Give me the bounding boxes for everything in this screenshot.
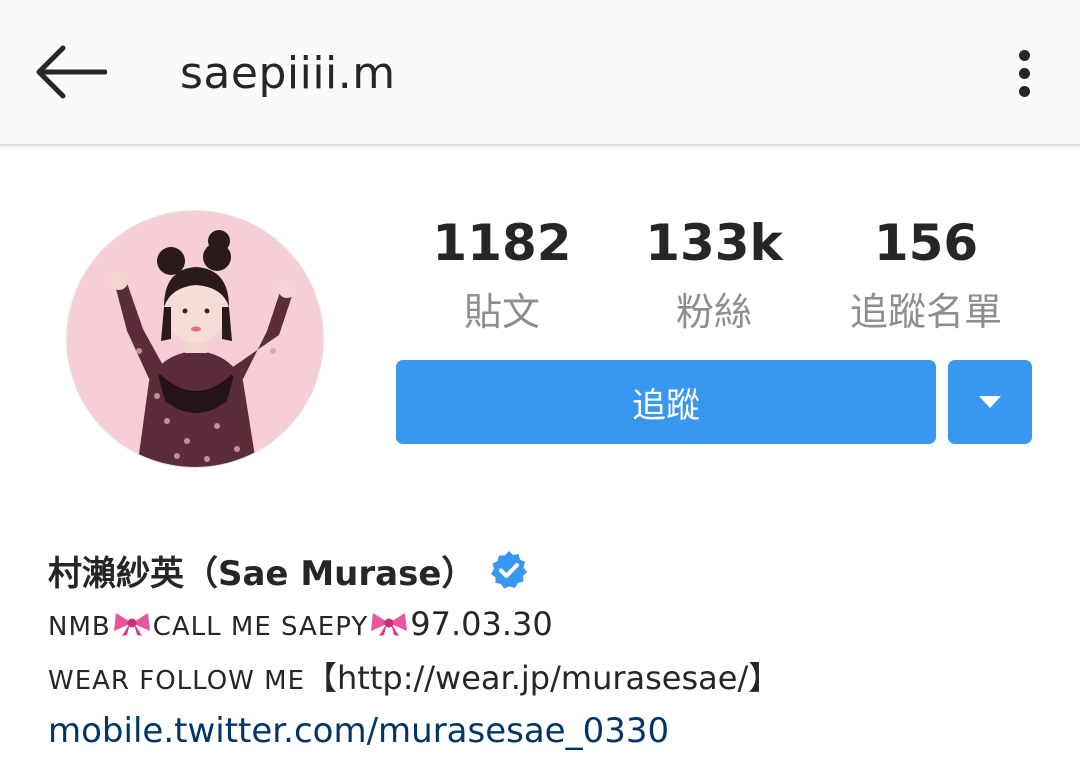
top-app-bar: saepiiii.m	[0, 0, 1080, 146]
more-vertical-icon	[1018, 49, 1030, 61]
more-dot	[1018, 85, 1030, 97]
external-link[interactable]: mobile.twitter.com/murasesae_0330	[48, 706, 669, 756]
followers-label: 粉絲	[675, 290, 752, 334]
bio-text: NMB	[48, 612, 111, 642]
bio-wear-link: 【http://wear.jp/murasesae/】	[305, 659, 781, 697]
bio-date: 97.03.30	[410, 605, 553, 643]
followers-count: 133k	[645, 214, 783, 272]
triangle-down-icon	[979, 396, 1001, 408]
bio-line-1: NMB CALL ME SAEPY 97.03.30	[48, 600, 1048, 648]
posts-label: 貼文	[463, 290, 540, 334]
follow-button[interactable]: 追蹤	[396, 360, 936, 444]
arrow-left-icon	[36, 45, 107, 99]
profile-photo	[67, 211, 323, 467]
bio-line-2: WEAR FOLLOW ME【http://wear.jp/murasesae/…	[48, 654, 1048, 702]
profile-avatar[interactable]	[66, 210, 324, 468]
page-title: saepiiii.m	[180, 48, 396, 99]
verified-badge-icon	[489, 550, 529, 590]
posts-count: 1182	[432, 214, 572, 272]
display-name: 村瀨紗英（Sae Murase）	[48, 553, 476, 594]
profile-bio: 村瀨紗英（Sae Murase） NMB CALL ME SAEPY 97.03.3…	[48, 546, 1048, 756]
stat-following[interactable]: 156 追蹤名單	[826, 212, 1026, 334]
stat-followers[interactable]: 133k 粉絲	[614, 212, 814, 334]
following-label: 追蹤名單	[849, 290, 1002, 334]
more-options-button[interactable]	[1000, 40, 1048, 106]
bio-text: WEAR FOLLOW ME	[48, 666, 306, 696]
ribbon-emoji-icon	[369, 602, 409, 650]
bio-text: CALL ME SAEPY	[152, 612, 369, 642]
stat-posts[interactable]: 1182 貼文	[402, 212, 602, 334]
name-row: 村瀨紗英（Sae Murase）	[48, 546, 1048, 594]
more-dot	[1018, 67, 1030, 79]
ribbon-emoji-icon	[112, 602, 152, 650]
following-count: 156	[873, 214, 979, 272]
suggestions-dropdown-button[interactable]	[948, 360, 1032, 444]
back-button[interactable]	[30, 38, 110, 106]
